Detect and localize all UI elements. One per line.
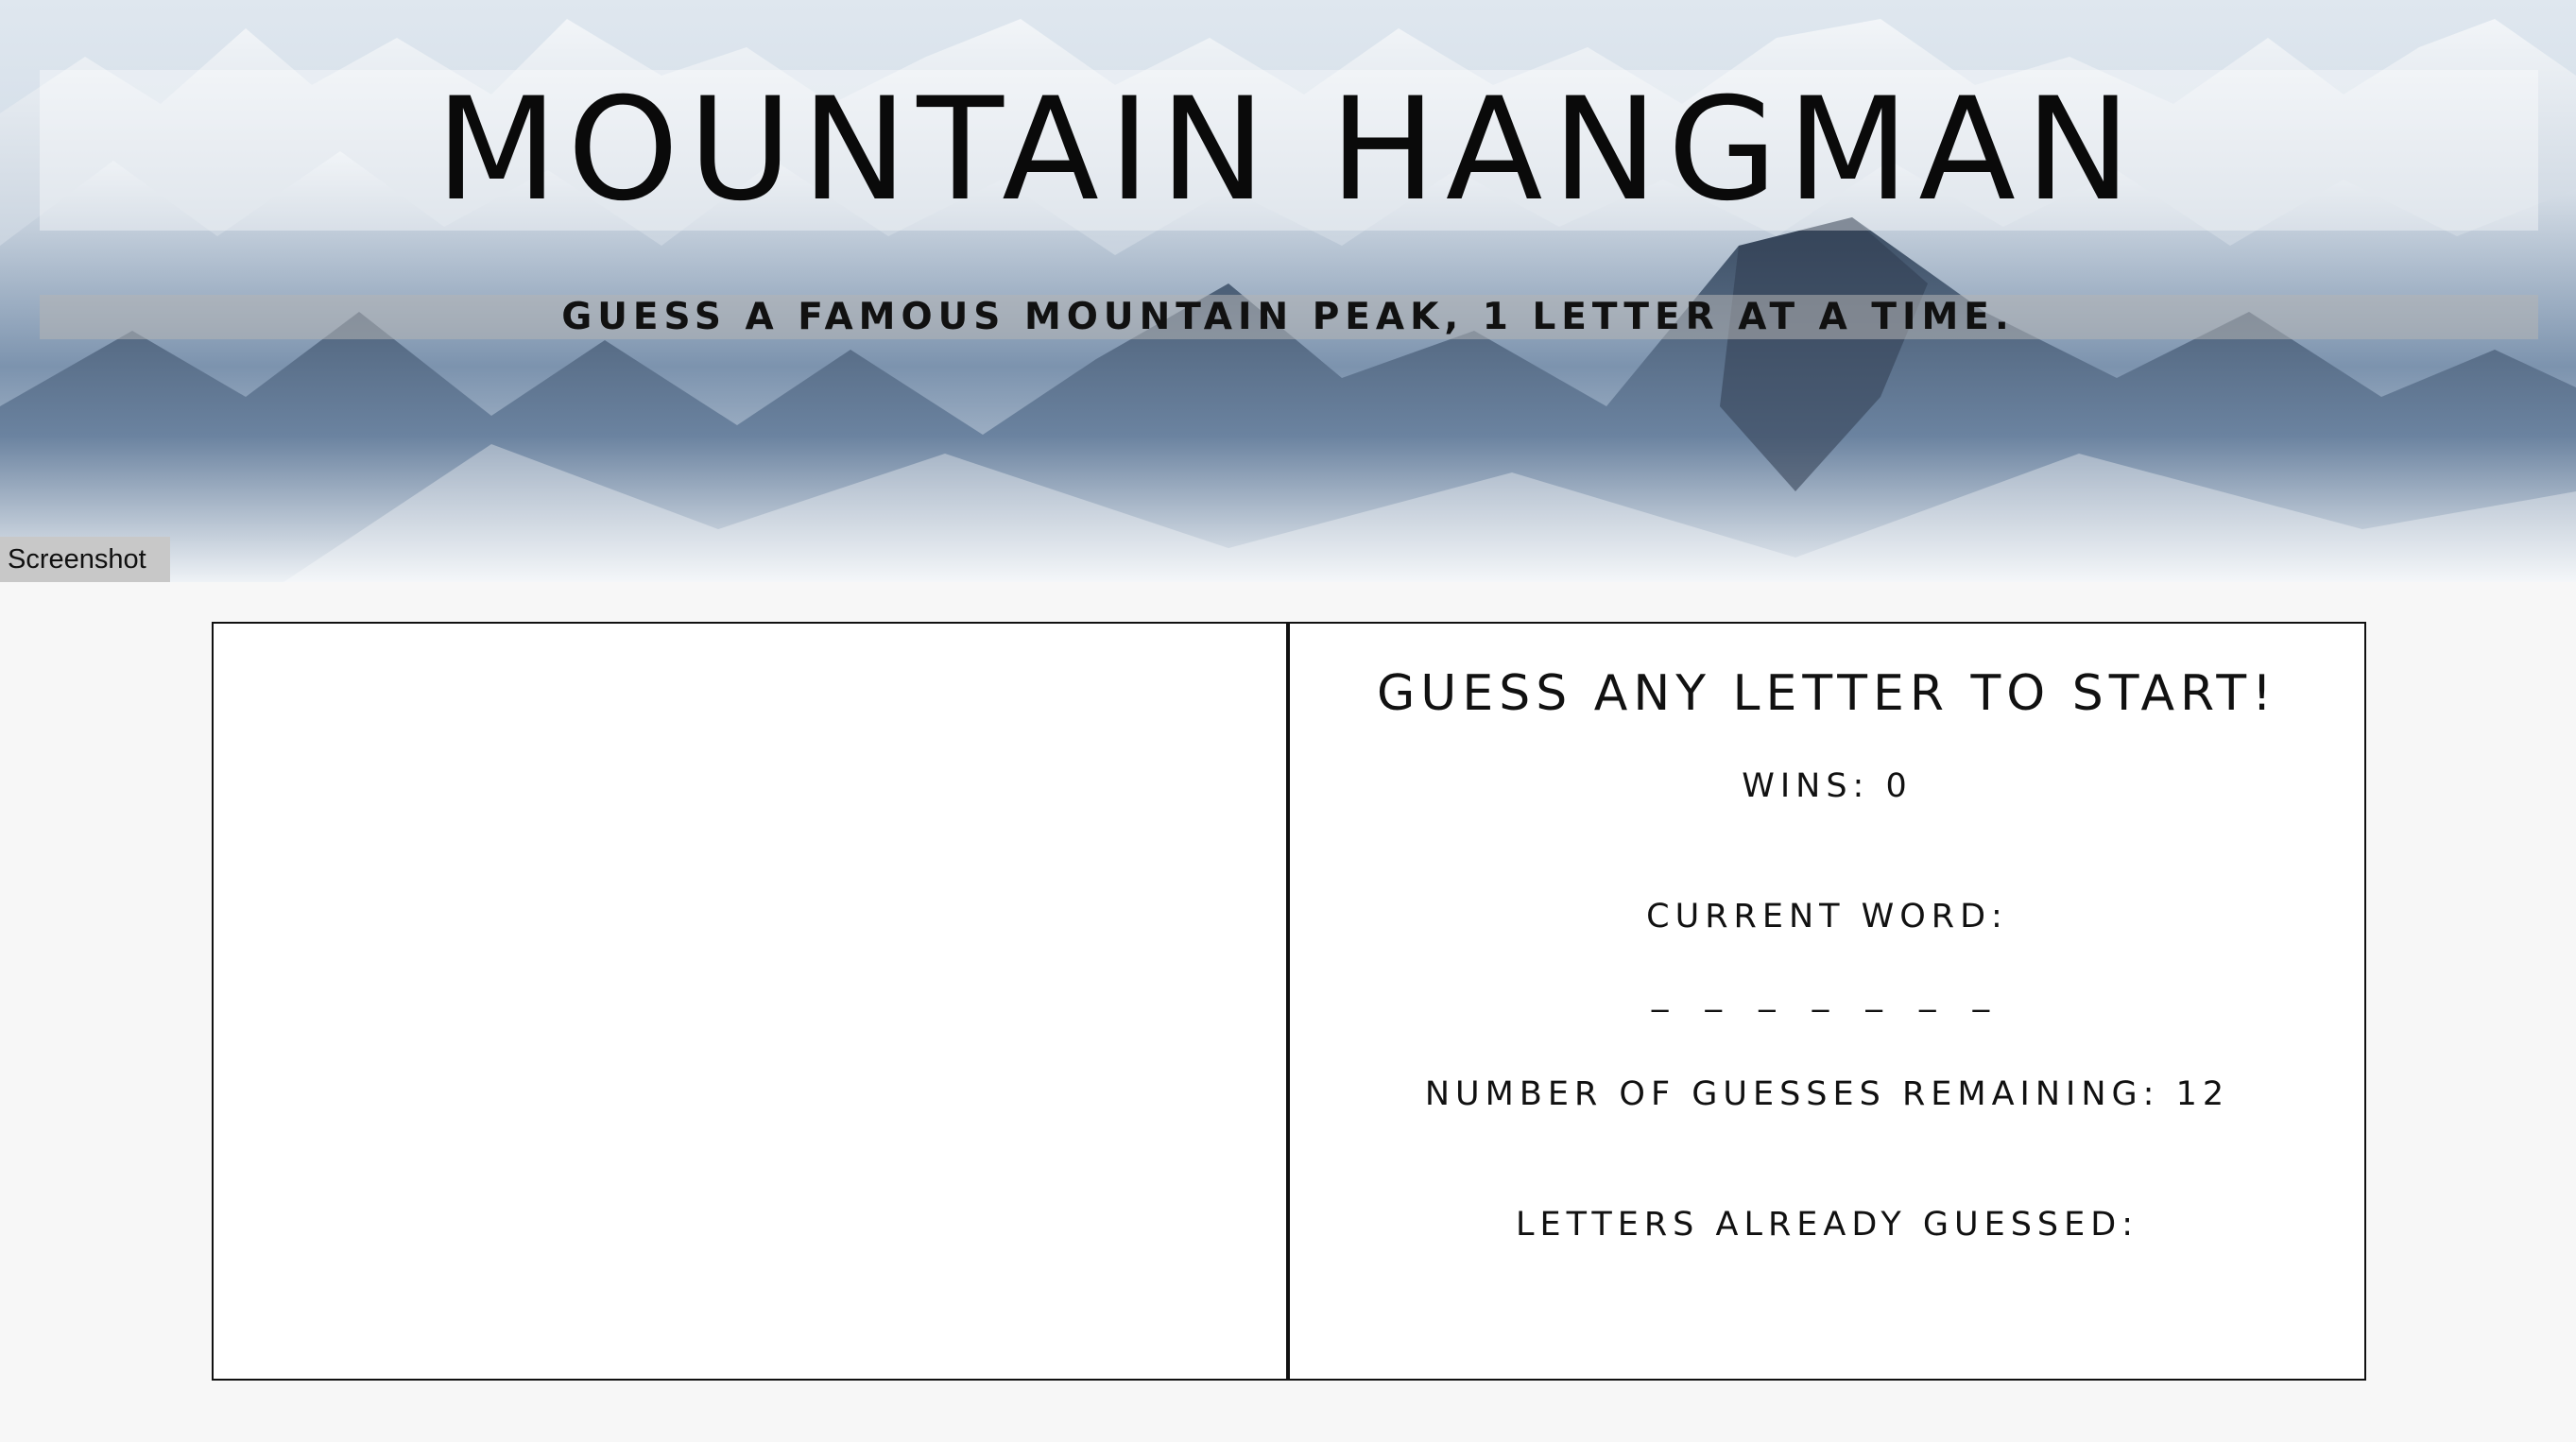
screenshot-button[interactable]: Screenshot [0, 537, 170, 582]
start-prompt: GUESS ANY LETTER TO START! [1377, 665, 2277, 722]
letters-guessed-label: LETTERS ALREADY GUESSED: [1515, 1206, 2139, 1244]
current-word-blanks: _ _ _ _ _ _ _ [1651, 975, 2003, 1013]
game-status-panel: GUESS ANY LETTER TO START! WINS: 0 CURRE… [1290, 624, 2364, 1379]
game-container: GUESS ANY LETTER TO START! WINS: 0 CURRE… [212, 622, 2366, 1381]
header-banner: MOUNTAIN HANGMAN GUESS A FAMOUS MOUNTAIN… [0, 0, 2576, 582]
page-title: MOUNTAIN HANGMAN [435, 68, 2141, 232]
guesses-remaining: NUMBER OF GUESSES REMAINING: 12 [1424, 1075, 2230, 1113]
page-subtitle: GUESS A FAMOUS MOUNTAIN PEAK, 1 LETTER A… [561, 296, 2015, 338]
hangman-image-panel [214, 624, 1290, 1379]
wins-counter: WINS: 0 [1742, 767, 1913, 805]
current-word-label: CURRENT WORD: [1646, 898, 2008, 936]
